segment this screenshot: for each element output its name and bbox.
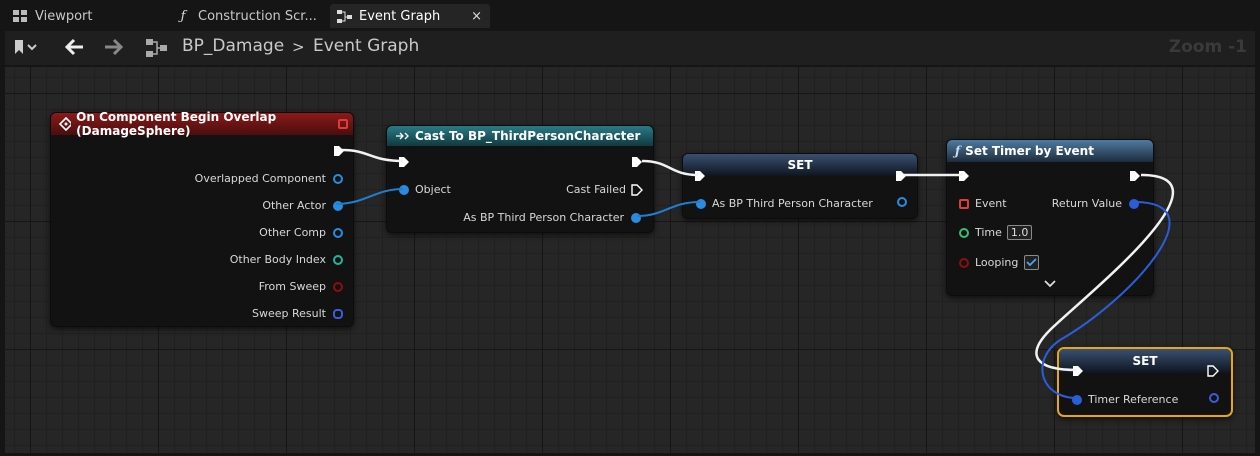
pin-cast-failed[interactable]: Cast Failed [566,183,643,196]
zoom-level: Zoom -1 [1168,37,1247,57]
looping-checkbox[interactable] [1024,255,1040,270]
exec-in-pin[interactable] [1072,365,1084,377]
tab-bar: Viewport ƒ Construction Scr... Event Gra… [0,0,1260,31]
breadcrumb-blueprint[interactable]: BP_Damage [182,36,284,56]
node-header: SET [1059,349,1231,373]
tab-label: Viewport [35,8,93,24]
event-node-begin-overlap[interactable]: On Component Begin Overlap (DamageSphere… [50,110,354,327]
node-title: On Component Begin Overlap (DamageSphere… [76,110,277,138]
tab-event-graph[interactable]: Event Graph × [330,4,490,28]
node-header: ƒ Set Timer by Event [947,140,1153,162]
close-icon[interactable]: × [471,9,482,24]
pin-other-actor[interactable]: Other Actor [262,199,343,212]
set-variable-node[interactable]: SET As BP Third Person Character [682,153,918,219]
cast-node[interactable]: Cast To BP_ThirdPersonCharacter Object C… [386,125,654,233]
bookmark-dropdown-icon[interactable] [13,39,39,59]
delegate-pin-icon[interactable] [338,119,348,129]
expand-chevron-icon[interactable] [1044,280,1056,288]
pin-as-character[interactable]: As BP Third Person Character [463,211,641,224]
pin-from-sweep[interactable]: From Sweep [259,280,343,293]
toolbar: BP_Damage > Event Graph Zoom -1 [5,31,1255,65]
tab-label: Construction Scr... [198,8,317,24]
time-value-input[interactable]: 1.0 [1006,225,1033,240]
delegate-pin-icon [959,198,969,209]
node-title: Cast To BP_ThirdPersonCharacter [415,129,641,143]
pin-other-body-index[interactable]: Other Body Index [230,253,343,266]
exec-in-pin[interactable] [694,170,706,182]
event-diamond-icon [59,117,72,131]
pin-time[interactable]: Time 1.0 [959,225,1033,240]
exec-out-pin[interactable] [1207,365,1219,377]
pin-overlapped-component[interactable]: Overlapped Component [195,172,343,185]
pin-looping[interactable]: Looping [959,255,1040,270]
pin-other-comp[interactable]: Other Comp [259,226,343,239]
tab-construction-script[interactable]: ƒ Construction Scr... [175,4,325,28]
node-title: SET [1132,354,1158,368]
back-arrow-icon[interactable] [63,37,85,61]
graph-icon [146,39,168,61]
function-icon: ƒ [180,8,186,24]
exec-out-pin[interactable] [1129,170,1141,182]
breadcrumb-separator: > [292,38,305,56]
set-timer-reference-node[interactable]: SET Timer Reference [1057,347,1233,417]
pin-object[interactable]: Object [399,183,451,196]
pin-sweep-result[interactable]: Sweep Result [252,307,343,320]
node-title: SET [787,158,813,172]
cast-arrow-icon [396,132,409,140]
exec-out-pin[interactable] [895,170,907,182]
pin-as-character-in[interactable]: As BP Third Person Character [696,197,873,210]
node-header: On Component Begin Overlap (DamageSphere… [51,110,353,138]
exec-out-pin[interactable] [333,145,345,157]
pin-return-value[interactable]: Return Value [1052,197,1139,210]
set-timer-node[interactable]: ƒ Set Timer by Event Event Return Value … [946,139,1154,296]
pin-as-character-out[interactable] [897,197,907,207]
tab-label: Event Graph [359,8,441,24]
viewport-grid-icon [12,8,28,24]
pin-timer-reference-out[interactable] [1209,393,1219,403]
tab-viewport[interactable]: Viewport [12,4,162,28]
node-header: SET [683,154,917,176]
graph-icon [336,8,352,24]
exec-in-pin[interactable] [958,170,970,182]
node-title: Set Timer by Event [965,144,1094,158]
node-header: Cast To BP_ThirdPersonCharacter [387,126,653,146]
pin-timer-reference-in[interactable]: Timer Reference [1072,393,1178,406]
breadcrumb-current: Event Graph [313,36,420,56]
exec-in-pin[interactable] [398,156,410,168]
function-icon: ƒ [955,144,961,158]
forward-arrow-icon[interactable] [103,37,125,61]
pin-event[interactable]: Event [959,197,1007,210]
exec-out-pin[interactable] [631,156,643,168]
